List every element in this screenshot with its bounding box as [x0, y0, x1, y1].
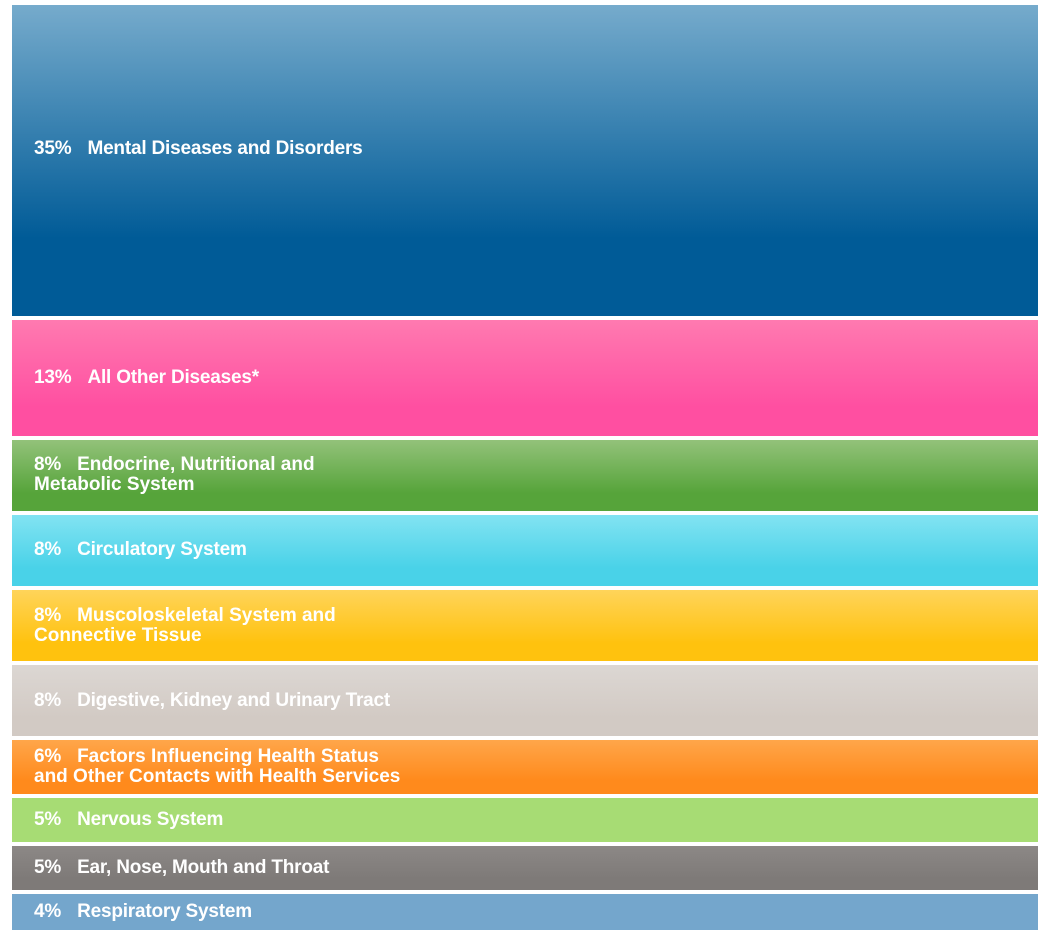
bar-category-label: Nervous System — [77, 808, 224, 830]
chart-bar: 6% Factors Influencing Health Status and O… — [12, 740, 1038, 794]
bar-value-label: 13% — [34, 366, 72, 388]
bar-label-line: 8% Muscoloskeletal System and — [34, 605, 336, 626]
chart-bar: 5% Nervous System — [12, 797, 1038, 842]
chart-bar: 5% Ear, Nose, Mouth and Throat — [12, 845, 1038, 891]
chart-bar: 13% All Other Diseases* — [12, 320, 1038, 436]
bar-category-label-line-2: Metabolic System — [34, 474, 195, 496]
bar-value-label: 5% — [34, 857, 62, 879]
chart-bar: 35% Mental Diseases and Disorders — [12, 5, 1038, 317]
chart-bar: 8% Endocrine, Nutritional and Metabolic Sy… — [12, 439, 1038, 511]
bar-value-label: 8% — [34, 689, 62, 711]
bar-category-label-line-2: Connective Tissue — [34, 624, 202, 646]
bar-category-label: Mental Diseases and Disorders — [87, 137, 363, 159]
bar-category-label-line-2: and Other Contacts with Health Services — [34, 765, 401, 787]
bar-category-label: Ear, Nose, Mouth and Throat — [77, 857, 330, 879]
chart-bar: 8% Circulatory System — [12, 514, 1038, 586]
bar-label-line: 6% Factors Influencing Health Status — [34, 746, 379, 767]
bar-label-line: 8% Endocrine, Nutritional and — [34, 454, 315, 475]
bar-value-label: 35% — [34, 137, 72, 159]
chart-bar: 4% Respiratory System — [12, 894, 1038, 930]
bar-label-group: 6% Factors Influencing Health Status and O… — [34, 746, 401, 787]
bar-value-label: 8% — [34, 454, 62, 476]
bar-category-label: Circulatory System — [77, 539, 247, 561]
bar-label-group: 8% Muscoloskeletal System and Connective T… — [34, 605, 336, 646]
bar-category-label-line-1: Endocrine, Nutritional and — [77, 454, 315, 476]
bar-value-label: 8% — [34, 539, 62, 561]
bar-category-label-line-1: Muscoloskeletal System and — [77, 604, 336, 626]
bar-category-label: Respiratory System — [77, 901, 252, 923]
stacked-percentage-chart: 35% Mental Diseases and Disorders 13% All O… — [12, 5, 1038, 930]
bar-value-label: 5% — [34, 808, 62, 830]
bar-value-label: 6% — [34, 745, 62, 767]
bar-category-label: Digestive, Kidney and Urinary Tract — [77, 689, 391, 711]
bar-value-label: 8% — [34, 604, 62, 626]
bar-label-group: 8% Endocrine, Nutritional and Metabolic Sy… — [34, 455, 315, 495]
bar-value-label: 4% — [34, 901, 62, 923]
chart-bar: 8% Muscoloskeletal System and Connective T… — [12, 589, 1038, 662]
bar-category-label: All Other Diseases* — [87, 366, 259, 388]
chart-bar: 8% Digestive, Kidney and Urinary Tract — [12, 665, 1038, 737]
bar-category-label-line-1: Factors Influencing Health Status — [77, 745, 379, 767]
